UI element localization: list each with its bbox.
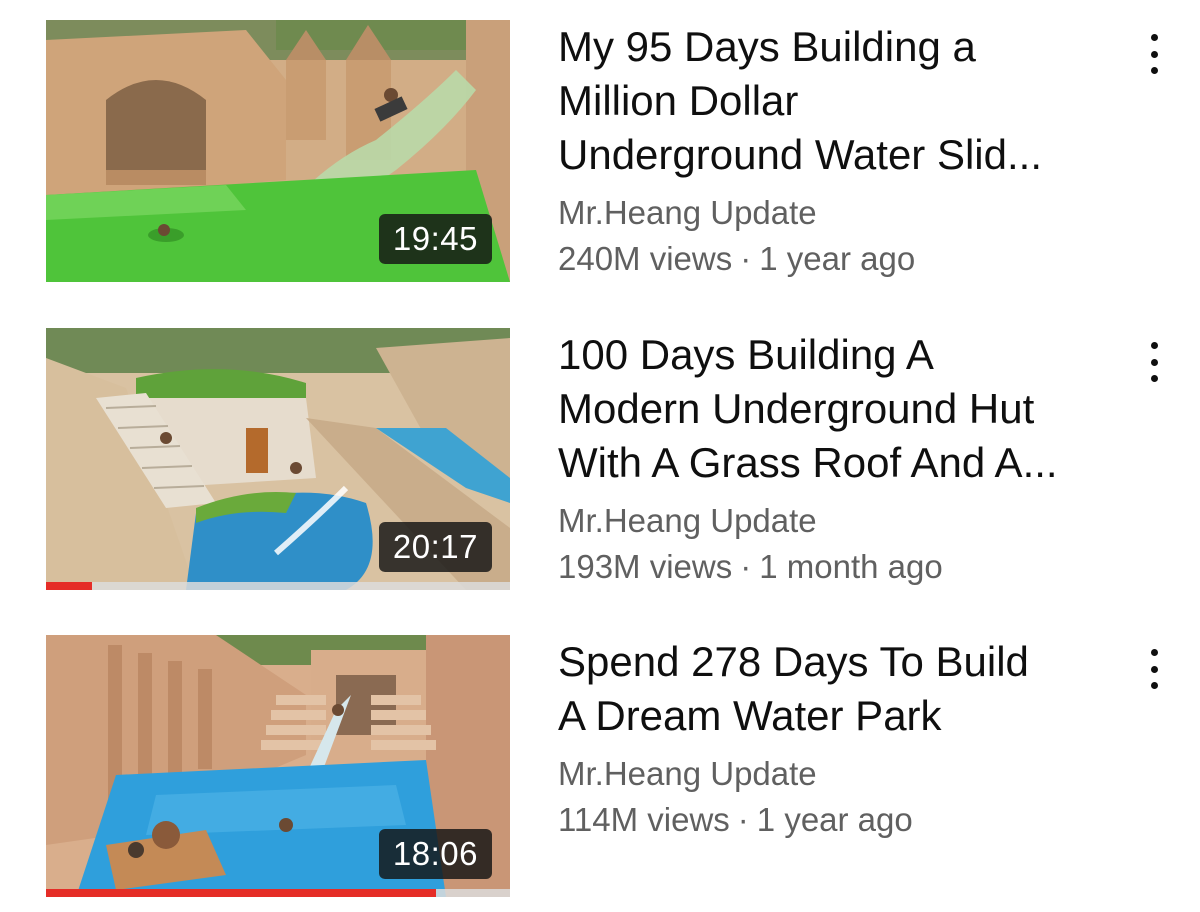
video-title-line[interactable]: Million Dollar xyxy=(558,73,1118,128)
video-thumbnail[interactable]: 18:06 xyxy=(46,635,510,897)
meta-separator: · xyxy=(737,801,749,838)
video-item[interactable]: 19:45 My 95 Days Building a Million Doll… xyxy=(0,20,1200,282)
video-info[interactable]: 100 Days Building A Modern Underground H… xyxy=(558,328,1118,590)
view-count: 240M views xyxy=(558,240,733,277)
video-info[interactable]: My 95 Days Building a Million Dollar Und… xyxy=(558,20,1118,282)
more-options-icon[interactable] xyxy=(1138,338,1170,386)
video-item[interactable]: 20:17 100 Days Building A Modern Undergr… xyxy=(0,328,1200,590)
video-list: 19:45 My 95 Days Building a Million Doll… xyxy=(0,0,1200,912)
video-title-line[interactable]: Spend 278 Days To Build xyxy=(558,634,1118,689)
video-title-line[interactable]: Modern Underground Hut xyxy=(558,381,1118,436)
video-meta: 240M views · 1 year ago xyxy=(558,236,1118,282)
upload-age: 1 year ago xyxy=(759,240,916,277)
more-options-icon[interactable] xyxy=(1138,645,1170,693)
meta-separator: · xyxy=(740,240,752,277)
video-title-line[interactable]: A Dream Water Park xyxy=(558,688,1118,743)
video-item[interactable]: 18:06 Spend 278 Days To Build A Dream Wa… xyxy=(0,635,1200,897)
meta-separator: · xyxy=(740,548,752,585)
upload-age: 1 year ago xyxy=(756,801,913,838)
video-title-line[interactable]: Underground Water Slid... xyxy=(558,127,1118,182)
watch-progress-fill xyxy=(46,582,93,590)
video-thumbnail[interactable]: 19:45 xyxy=(46,20,510,282)
video-title-line[interactable]: My 95 Days Building a xyxy=(558,19,1118,74)
video-info[interactable]: Spend 278 Days To Build A Dream Water Pa… xyxy=(558,635,1118,843)
watch-progress-fill xyxy=(46,889,436,897)
video-title-line[interactable]: With A Grass Roof And A... xyxy=(558,435,1118,490)
channel-name[interactable]: Mr.Heang Update xyxy=(558,190,1118,236)
watch-progress-bar xyxy=(46,889,510,897)
upload-age: 1 month ago xyxy=(759,548,943,585)
video-title-line[interactable]: 100 Days Building A xyxy=(558,327,1118,382)
view-count: 114M views xyxy=(558,801,730,838)
channel-name[interactable]: Mr.Heang Update xyxy=(558,498,1118,544)
video-duration-badge: 20:17 xyxy=(378,522,492,572)
video-meta: 193M views · 1 month ago xyxy=(558,544,1118,590)
video-duration-badge: 19:45 xyxy=(378,214,492,264)
video-duration-badge: 18:06 xyxy=(378,829,492,879)
channel-name[interactable]: Mr.Heang Update xyxy=(558,751,1118,797)
video-thumbnail[interactable]: 20:17 xyxy=(46,328,510,590)
video-meta: 114M views · 1 year ago xyxy=(558,797,1118,843)
view-count: 193M views xyxy=(558,548,733,585)
more-options-icon[interactable] xyxy=(1138,30,1170,78)
watch-progress-bar xyxy=(46,582,510,590)
